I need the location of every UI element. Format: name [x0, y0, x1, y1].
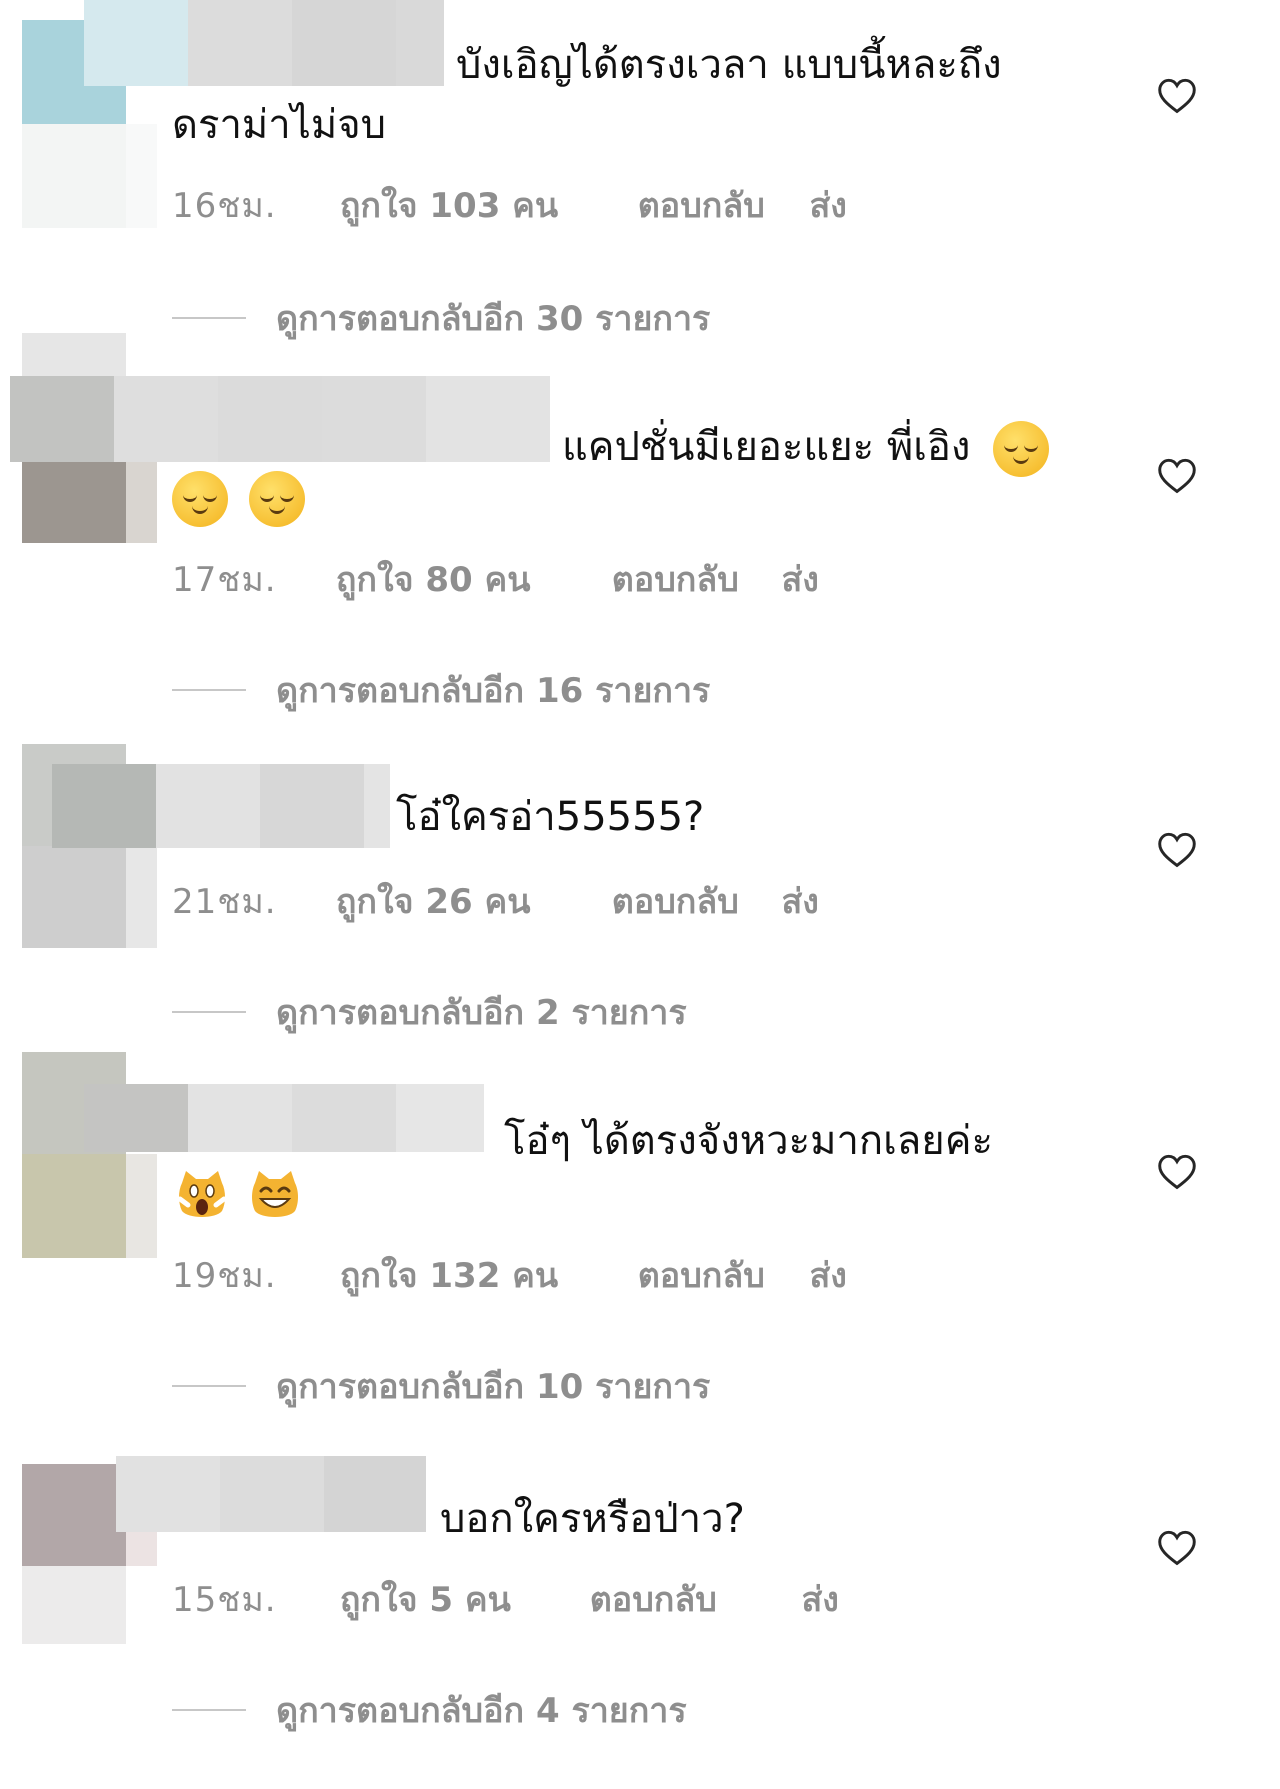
comment-time: 17ชม.: [172, 560, 277, 600]
username-redacted[interactable]: [84, 0, 444, 86]
reply-button[interactable]: ตอบกลับ: [590, 1572, 790, 1626]
send-button[interactable]: ส่ง: [802, 1572, 839, 1626]
view-replies-button[interactable]: ดูการตอบกลับอีก 2 รายการ: [172, 990, 687, 1034]
divider-line: [172, 1011, 246, 1013]
send-button[interactable]: ส่ง: [782, 552, 819, 606]
view-replies-label: ดูการตอบกลับอีก 30 รายการ: [276, 299, 711, 339]
reply-button[interactable]: ตอบกลับ: [638, 1248, 798, 1302]
comment-text: บังเอิญได้ตรงเวลา แบบนี้หละถึง: [456, 42, 1002, 88]
weary-cat-face-icon: [177, 1171, 227, 1217]
comment-text: โอ๋ๆ ได้ตรงจังหวะมากเลยค่ะ: [504, 1118, 993, 1164]
view-replies-button[interactable]: ดูการตอบกลับอีก 10 รายการ: [172, 1364, 710, 1408]
comment-text-continued: ดราม่าไม่จบ: [172, 102, 387, 148]
view-replies-button[interactable]: ดูการตอบกลับอีก 16 รายการ: [172, 668, 710, 712]
comment-meta: 17ชม. ถูกใจ 80 คน ตอบกลับ ส่ง: [172, 552, 819, 606]
view-replies-label: ดูการตอบกลับอีก 4 รายการ: [276, 1691, 687, 1731]
divider-line: [172, 317, 246, 319]
username-redacted[interactable]: [10, 376, 550, 462]
username-redacted[interactable]: [84, 1084, 484, 1152]
send-button[interactable]: ส่ง: [782, 874, 819, 928]
comment-text: แคปชั่นมีเยอะแยะ พี่เอิง: [562, 420, 1057, 477]
comment-text-label: แคปชั่นมีเยอะแยะ พี่เอิง: [562, 424, 971, 470]
comment-emoji-line: [172, 470, 313, 527]
like-count[interactable]: ถูกใจ 26 คน: [336, 874, 600, 928]
comment-time: 19ชม.: [172, 1256, 277, 1296]
view-replies-label: ดูการตอบกลับอีก 2 รายการ: [276, 993, 687, 1033]
relieved-face-icon: [993, 421, 1050, 477]
reply-button[interactable]: ตอบกลับ: [612, 552, 770, 606]
relieved-face-icon: [248, 471, 305, 527]
view-replies-label: ดูการตอบกลับอีก 16 รายการ: [276, 671, 711, 711]
comment-meta: 15ชม. ถูกใจ 5 คน ตอบกลับ ส่ง: [172, 1572, 839, 1626]
heart-icon[interactable]: [1156, 1152, 1198, 1190]
comment-meta: 16ชม. ถูกใจ 103 คน ตอบกลับ ส่ง: [172, 178, 847, 232]
grinning-cat-face-icon: [251, 1171, 298, 1217]
heart-icon[interactable]: [1156, 456, 1198, 494]
reply-button[interactable]: ตอบกลับ: [638, 178, 798, 232]
reply-button[interactable]: ตอบกลับ: [612, 874, 770, 928]
like-count[interactable]: ถูกใจ 5 คน: [340, 1572, 578, 1626]
comment-time: 16ชม.: [172, 186, 277, 226]
username-redacted[interactable]: [116, 1456, 426, 1532]
view-replies-button[interactable]: ดูการตอบกลับอีก 4 รายการ: [172, 1688, 687, 1732]
comment-time: 21ชม.: [172, 882, 277, 922]
comment-meta: 21ชม. ถูกใจ 26 คน ตอบกลับ ส่ง: [172, 874, 819, 928]
comment-emoji-line: [176, 1166, 309, 1221]
comment-text: บอกใครหรือป่าว?: [440, 1496, 745, 1542]
send-button[interactable]: ส่ง: [810, 178, 847, 232]
like-count[interactable]: ถูกใจ 132 คน: [340, 1248, 626, 1302]
comment-time: 15ชม.: [172, 1580, 277, 1620]
like-count[interactable]: ถูกใจ 80 คน: [336, 552, 600, 606]
divider-line: [172, 689, 246, 691]
divider-line: [172, 1709, 246, 1711]
comment-meta: 19ชม. ถูกใจ 132 คน ตอบกลับ ส่ง: [172, 1248, 847, 1302]
relieved-face-icon: [172, 471, 228, 527]
view-replies-label: ดูการตอบกลับอีก 10 รายการ: [276, 1367, 711, 1407]
heart-icon[interactable]: [1156, 76, 1198, 114]
send-button[interactable]: ส่ง: [810, 1248, 847, 1302]
heart-icon[interactable]: [1156, 830, 1198, 868]
like-count[interactable]: ถูกใจ 103 คน: [340, 178, 626, 232]
comment-text: โอ๋ใครอ่า55555?: [396, 794, 705, 840]
heart-icon[interactable]: [1156, 1528, 1198, 1566]
username-redacted[interactable]: [52, 764, 390, 848]
divider-line: [172, 1385, 246, 1387]
view-replies-button[interactable]: ดูการตอบกลับอีก 30 รายการ: [172, 296, 710, 340]
avatar[interactable]: [22, 1052, 157, 1258]
